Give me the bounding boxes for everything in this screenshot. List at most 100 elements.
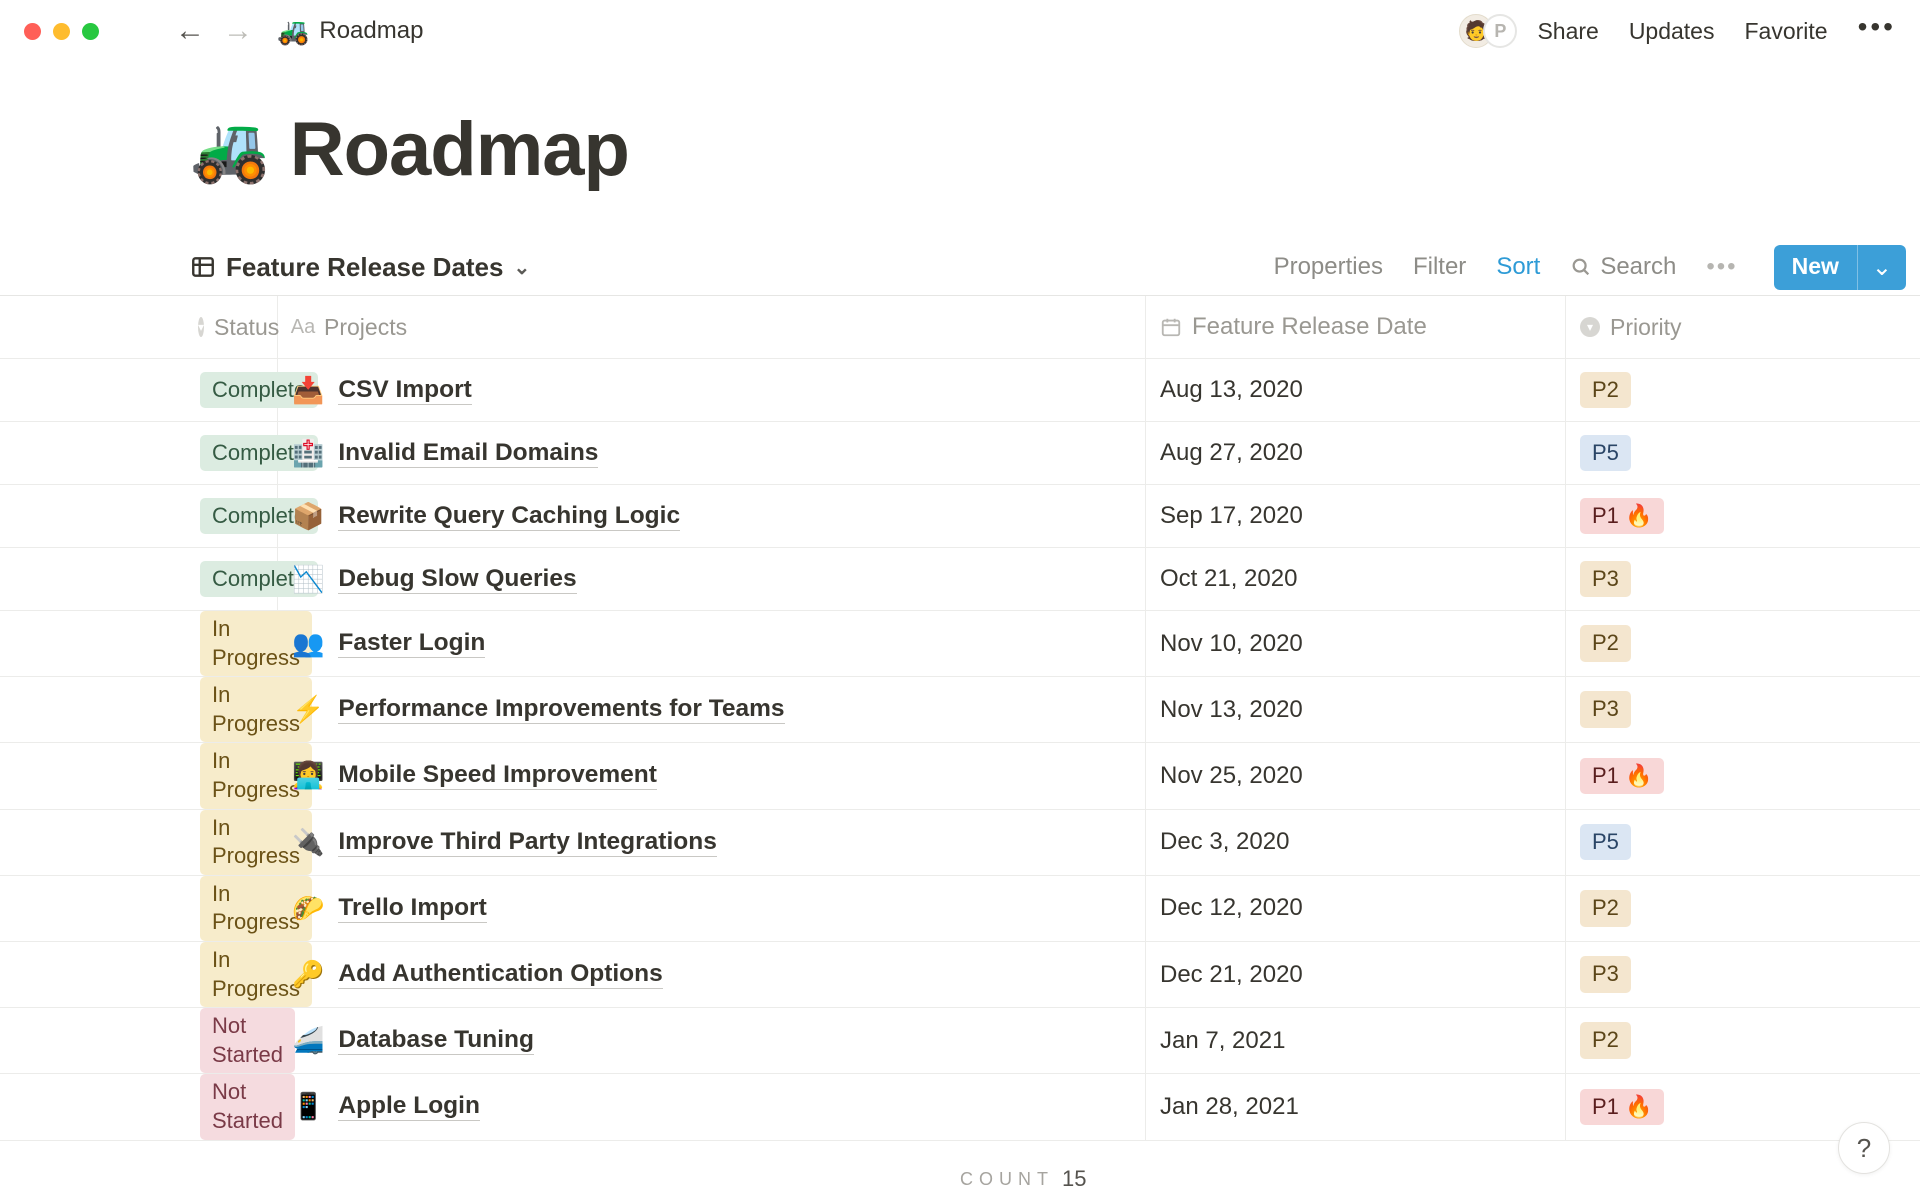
status-cell[interactable]: In Progress [0, 611, 278, 676]
date-cell[interactable]: Dec 21, 2020 [1146, 942, 1566, 1007]
updates-button[interactable]: Updates [1629, 18, 1715, 45]
date-cell[interactable]: Sep 17, 2020 [1146, 485, 1566, 547]
search-button[interactable]: Search [1570, 253, 1676, 281]
project-link[interactable]: Apple Login [338, 1092, 480, 1121]
project-link[interactable]: Add Authentication Options [338, 960, 662, 989]
priority-cell[interactable]: P1 🔥 [1566, 743, 1920, 808]
table-row[interactable]: In Progress🔑Add Authentication OptionsDe… [0, 942, 1920, 1008]
window-minimize-button[interactable] [53, 23, 70, 40]
project-link[interactable]: Trello Import [338, 894, 486, 923]
table-row[interactable]: In Progress🌮Trello ImportDec 12, 2020P2 [0, 876, 1920, 942]
date-cell[interactable]: Aug 27, 2020 [1146, 422, 1566, 484]
project-cell[interactable]: 🔌Improve Third Party Integrations [278, 810, 1146, 875]
project-cell[interactable]: 🌮Trello Import [278, 876, 1146, 941]
project-cell[interactable]: 👩‍💻Mobile Speed Improvement [278, 743, 1146, 808]
priority-cell[interactable]: P5 [1566, 422, 1920, 484]
status-cell[interactable]: Not Started [0, 1008, 278, 1073]
column-header-status[interactable]: ▾ Status [0, 296, 278, 358]
view-more-icon[interactable]: ••• [1706, 253, 1737, 281]
status-cell[interactable]: Complete [0, 422, 278, 484]
table-row[interactable]: Not Started🚄Database TuningJan 7, 2021P2 [0, 1008, 1920, 1074]
priority-cell[interactable]: P3 [1566, 548, 1920, 610]
project-cell[interactable]: 👥Faster Login [278, 611, 1146, 676]
priority-cell[interactable]: P1 🔥 [1566, 485, 1920, 547]
project-cell[interactable]: 🔑Add Authentication Options [278, 942, 1146, 1007]
priority-cell[interactable]: P2 [1566, 876, 1920, 941]
date-cell[interactable]: Oct 21, 2020 [1146, 548, 1566, 610]
project-icon: 📥 [292, 375, 324, 406]
priority-cell[interactable]: P3 [1566, 677, 1920, 742]
avatar-initial[interactable]: P [1483, 14, 1517, 48]
project-cell[interactable]: 📥 CSV Import [278, 359, 1146, 421]
project-link[interactable]: Performance Improvements for Teams [338, 695, 784, 724]
priority-cell[interactable]: P2 [1566, 1008, 1920, 1073]
date-cell[interactable]: Aug 13, 2020 [1146, 359, 1566, 421]
date-cell[interactable]: Jan 28, 2021 [1146, 1074, 1566, 1139]
table-row[interactable]: Complete🏥Invalid Email DomainsAug 27, 20… [0, 422, 1920, 485]
priority-cell[interactable]: P2 [1566, 359, 1920, 421]
column-header-priority[interactable]: ▾ Priority [1566, 296, 1920, 358]
project-cell[interactable]: 🚄Database Tuning [278, 1008, 1146, 1073]
filter-button[interactable]: Filter [1413, 253, 1466, 281]
status-cell[interactable]: In Progress [0, 942, 278, 1007]
table-row[interactable]: In Progress🔌Improve Third Party Integrat… [0, 810, 1920, 876]
table-row[interactable]: Complete📦Rewrite Query Caching LogicSep … [0, 485, 1920, 548]
column-label: Feature Release Date [1192, 313, 1427, 341]
date-cell[interactable]: Dec 12, 2020 [1146, 876, 1566, 941]
status-cell[interactable]: In Progress [0, 876, 278, 941]
new-row-button[interactable]: New ⌄ [1774, 245, 1906, 290]
share-button[interactable]: Share [1537, 18, 1598, 45]
table-row[interactable]: Complete📉Debug Slow QueriesOct 21, 2020P… [0, 548, 1920, 611]
table-row[interactable]: Complete 📥 CSV Import Aug 13, 2020P2 [0, 359, 1920, 422]
priority-cell[interactable]: P3 [1566, 942, 1920, 1007]
project-link[interactable]: Faster Login [338, 629, 485, 658]
column-header-date[interactable]: Feature Release Date [1146, 296, 1566, 358]
page-title-text[interactable]: Roadmap [290, 106, 629, 193]
breadcrumb[interactable]: 🚜 Roadmap [277, 16, 423, 47]
favorite-button[interactable]: Favorite [1744, 18, 1827, 45]
sidebar-toggle-icon[interactable] [121, 19, 151, 43]
project-link[interactable]: Debug Slow Queries [338, 565, 576, 594]
window-zoom-button[interactable] [82, 23, 99, 40]
project-link[interactable]: Rewrite Query Caching Logic [338, 502, 680, 531]
project-link[interactable]: Invalid Email Domains [338, 439, 598, 468]
date-cell[interactable]: Nov 25, 2020 [1146, 743, 1566, 808]
properties-button[interactable]: Properties [1274, 253, 1383, 281]
status-cell[interactable]: Complete [0, 359, 278, 421]
project-cell[interactable]: ⚡Performance Improvements for Teams [278, 677, 1146, 742]
table-row[interactable]: Not Started📱Apple LoginJan 28, 2021P1 🔥 [0, 1074, 1920, 1140]
project-link[interactable]: Improve Third Party Integrations [338, 828, 716, 857]
table-row[interactable]: In Progress👩‍💻Mobile Speed ImprovementNo… [0, 743, 1920, 809]
status-cell[interactable]: In Progress [0, 743, 278, 808]
status-cell[interactable]: Complete [0, 485, 278, 547]
date-cell[interactable]: Jan 7, 2021 [1146, 1008, 1566, 1073]
priority-cell[interactable]: P5 [1566, 810, 1920, 875]
project-link[interactable]: Database Tuning [338, 1026, 534, 1055]
project-cell[interactable]: 🏥Invalid Email Domains [278, 422, 1146, 484]
table-row[interactable]: In Progress👥Faster LoginNov 10, 2020P2 [0, 611, 1920, 677]
date-cell[interactable]: Dec 3, 2020 [1146, 810, 1566, 875]
column-header-projects[interactable]: Aa Projects [278, 296, 1146, 358]
new-row-dropdown-icon[interactable]: ⌄ [1857, 245, 1906, 290]
project-cell[interactable]: 📦Rewrite Query Caching Logic [278, 485, 1146, 547]
page-icon[interactable]: 🚜 [190, 112, 270, 187]
date-cell[interactable]: Nov 10, 2020 [1146, 611, 1566, 676]
sort-button[interactable]: Sort [1496, 253, 1540, 281]
project-cell[interactable]: 📉Debug Slow Queries [278, 548, 1146, 610]
nav-forward-icon[interactable]: → [223, 16, 253, 46]
window-close-button[interactable] [24, 23, 41, 40]
presence-avatars[interactable]: 🧑 P [1459, 14, 1517, 48]
status-cell[interactable]: Not Started [0, 1074, 278, 1139]
status-cell[interactable]: Complete [0, 548, 278, 610]
date-cell[interactable]: Nov 13, 2020 [1146, 677, 1566, 742]
nav-back-icon[interactable]: ← [175, 16, 205, 46]
project-link[interactable]: Mobile Speed Improvement [338, 761, 657, 790]
view-switcher[interactable]: Feature Release Dates ⌄ [190, 252, 530, 283]
project-cell[interactable]: 📱Apple Login [278, 1074, 1146, 1139]
status-cell[interactable]: In Progress [0, 677, 278, 742]
project-link[interactable]: CSV Import [338, 376, 471, 405]
priority-cell[interactable]: P2 [1566, 611, 1920, 676]
help-button[interactable]: ? [1838, 1122, 1890, 1174]
status-cell[interactable]: In Progress [0, 810, 278, 875]
table-row[interactable]: In Progress⚡Performance Improvements for… [0, 677, 1920, 743]
